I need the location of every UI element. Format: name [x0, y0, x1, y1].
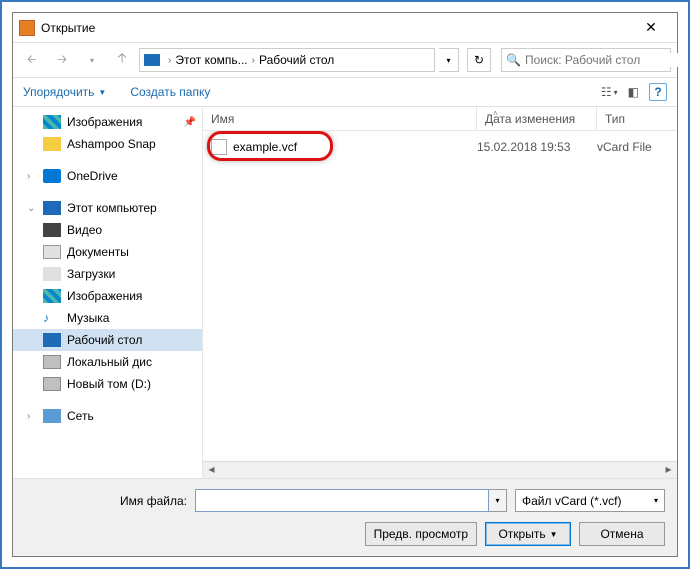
help-button[interactable]: ?	[649, 83, 667, 101]
navigation-tree: Изображения📌 Ashampoo Snap ›OneDrive ⌄Эт…	[13, 107, 203, 478]
music-icon: ♪	[43, 311, 61, 325]
documents-icon	[43, 245, 61, 259]
sort-indicator: ˄	[493, 109, 498, 118]
pc-icon	[144, 54, 160, 66]
tree-item-pictures[interactable]: Изображения📌	[13, 111, 202, 133]
disk-icon	[43, 355, 61, 369]
breadcrumb-part[interactable]: Рабочий стол	[259, 53, 334, 67]
onedrive-icon	[43, 169, 61, 183]
pane-icon: ◧	[628, 85, 639, 99]
filename-label: Имя файла:	[25, 494, 195, 508]
chevron-down-icon: ▼	[550, 530, 558, 539]
horizontal-scrollbar[interactable]: ◂ ▸	[203, 461, 677, 478]
tree-item-network[interactable]: ›Сеть	[13, 405, 202, 427]
bottom-panel: Имя файла: ▾ Файл vCard (*.vcf)▾ Предв. …	[13, 478, 677, 556]
recent-dropdown[interactable]: ▾	[79, 47, 105, 73]
file-row[interactable]: example.vcf 15.02.2018 19:53 vCard File	[203, 135, 677, 159]
filetype-filter[interactable]: Файл vCard (*.vcf)▾	[515, 489, 665, 512]
desktop-icon	[43, 333, 61, 347]
file-type: vCard File	[597, 140, 677, 154]
cancel-button[interactable]: Отмена	[579, 522, 665, 546]
folder-icon	[43, 137, 61, 151]
video-icon	[43, 223, 61, 237]
view-icon: ☷	[601, 85, 612, 99]
tree-item-desktop[interactable]: Рабочий стол	[13, 329, 202, 351]
filename-history-dropdown[interactable]: ▾	[489, 489, 507, 512]
app-icon	[19, 20, 35, 36]
tree-item-documents[interactable]: Документы	[13, 241, 202, 263]
column-headers[interactable]: ˄ Имя Дата изменения Тип	[203, 107, 677, 131]
breadcrumb-dropdown[interactable]: ▾	[439, 48, 459, 72]
breadcrumb-part[interactable]: Этот компь...	[175, 53, 247, 67]
filename-input[interactable]	[195, 489, 489, 512]
pictures-icon	[43, 289, 61, 303]
navbar: 🡠 🡢 ▾ 🡡 › Этот компь... › Рабочий стол ▾…	[13, 43, 677, 77]
open-button[interactable]: Открыть▼	[485, 522, 571, 546]
tree-item-music[interactable]: ♪Музыка	[13, 307, 202, 329]
window-title: Открытие	[41, 21, 631, 35]
file-list-pane: ˄ Имя Дата изменения Тип example.vcf 15.…	[203, 107, 677, 478]
pictures-icon	[43, 115, 61, 129]
toolbar: Упорядочить▼ Создать папку ☷▾ ◧ ?	[13, 77, 677, 107]
preview-button[interactable]: Предв. просмотр	[365, 522, 477, 546]
titlebar: Открытие ✕	[13, 13, 677, 43]
breadcrumb[interactable]: › Этот компь... › Рабочий стол	[139, 48, 435, 72]
refresh-button[interactable]: ↻	[467, 48, 491, 72]
new-folder-button[interactable]: Создать папку	[130, 85, 210, 99]
tree-item-pictures2[interactable]: Изображения	[13, 285, 202, 307]
scroll-left-icon[interactable]: ◂	[203, 462, 220, 478]
search-box[interactable]: 🔍	[501, 48, 671, 72]
organize-menu[interactable]: Упорядочить▼	[23, 85, 106, 99]
file-name: example.vcf	[233, 140, 477, 154]
tree-item-ashampoo[interactable]: Ashampoo Snap	[13, 133, 202, 155]
back-button[interactable]: 🡠	[19, 47, 45, 73]
up-button[interactable]: 🡡	[109, 47, 135, 73]
file-icon	[211, 139, 227, 155]
disk-icon	[43, 377, 61, 391]
tree-item-local-disk[interactable]: Локальный дис	[13, 351, 202, 373]
preview-pane-toggle[interactable]: ◧	[628, 85, 639, 99]
pin-icon: 📌	[184, 117, 196, 128]
tree-item-this-pc[interactable]: ⌄Этот компьютер	[13, 197, 202, 219]
tree-item-onedrive[interactable]: ›OneDrive	[13, 165, 202, 187]
tree-item-new-volume[interactable]: Новый том (D:)	[13, 373, 202, 395]
search-input[interactable]	[525, 53, 680, 67]
open-file-dialog: Открытие ✕ 🡠 🡢 ▾ 🡡 › Этот компь... › Раб…	[12, 12, 678, 557]
view-options[interactable]: ☷▾	[601, 85, 618, 99]
close-button[interactable]: ✕	[631, 14, 671, 42]
file-date: 15.02.2018 19:53	[477, 140, 597, 154]
column-name[interactable]: Имя	[203, 107, 477, 130]
search-icon: 🔍	[506, 53, 521, 67]
pc-icon	[43, 201, 61, 215]
network-icon	[43, 409, 61, 423]
column-type[interactable]: Тип	[597, 107, 677, 130]
tree-item-video[interactable]: Видео	[13, 219, 202, 241]
tree-item-downloads[interactable]: Загрузки	[13, 263, 202, 285]
forward-button[interactable]: 🡢	[49, 47, 75, 73]
scroll-right-icon[interactable]: ▸	[660, 462, 677, 478]
downloads-icon	[43, 267, 61, 281]
chevron-down-icon: ▾	[654, 496, 658, 505]
